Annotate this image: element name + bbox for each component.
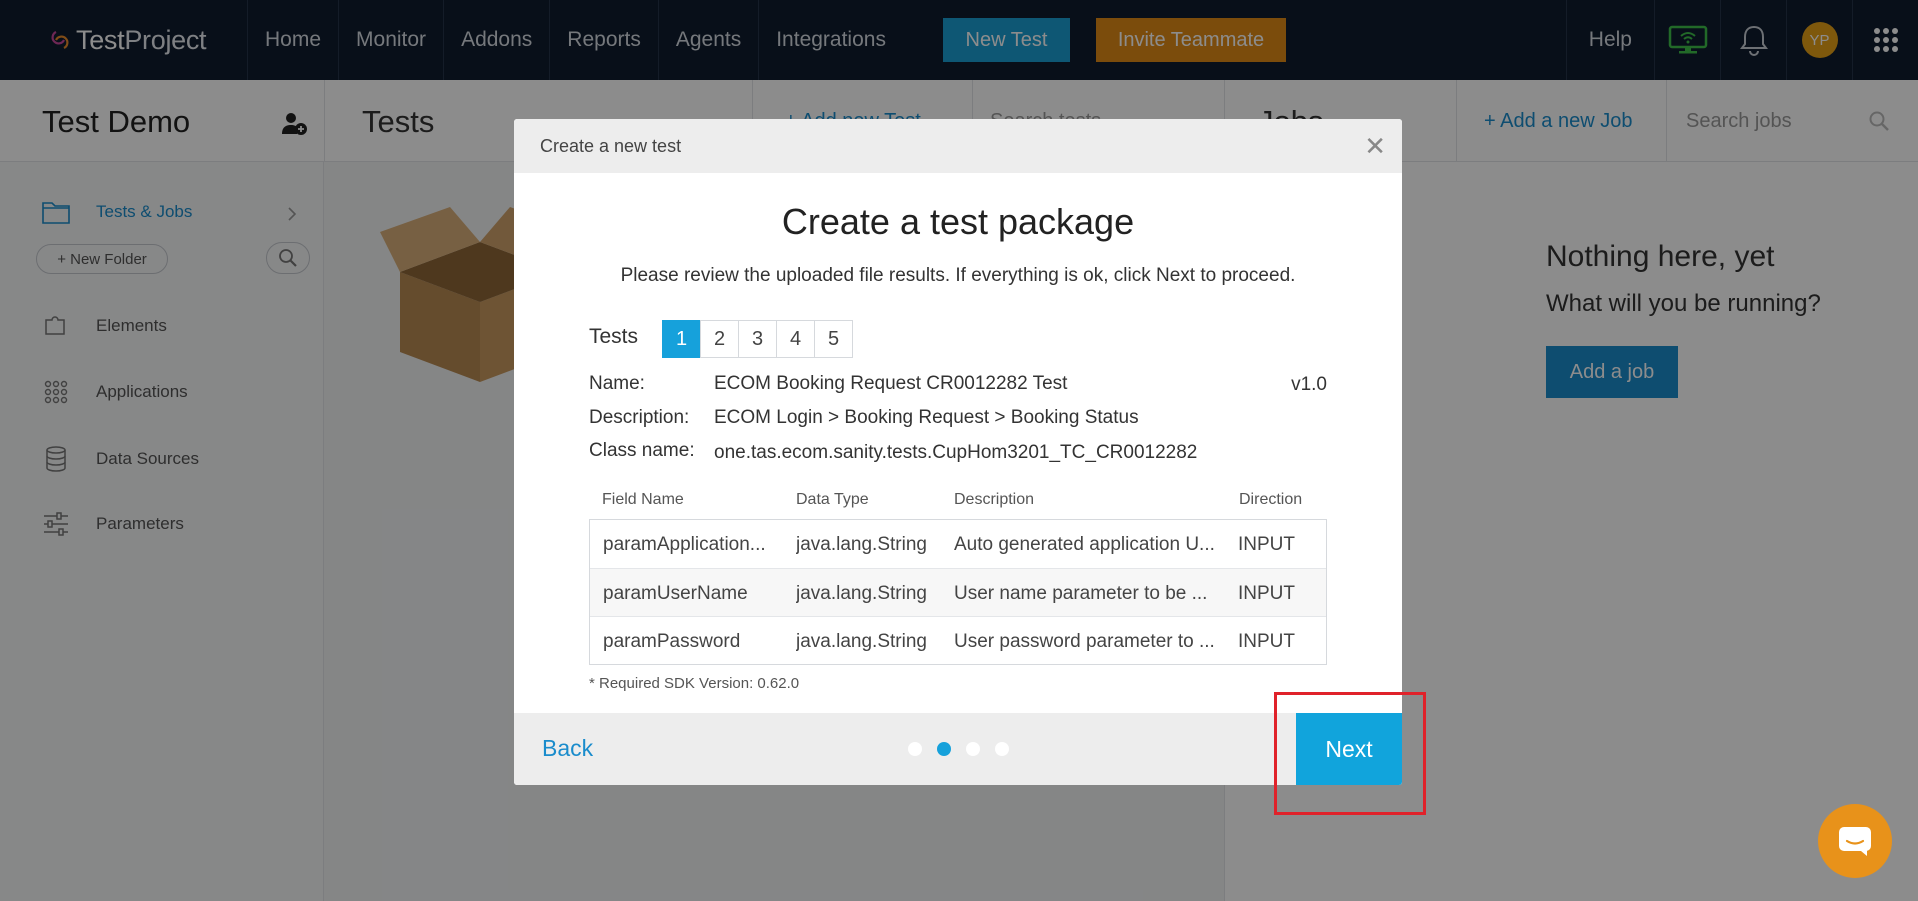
table-row: paramUserName java.lang.String User name… (590, 568, 1326, 616)
create-test-modal: Create a new test ✕ Create a test packag… (514, 119, 1402, 785)
step-dot (908, 742, 922, 756)
next-button-highlight (1274, 692, 1426, 815)
name-label: Name: (589, 373, 645, 394)
step-dot (966, 742, 980, 756)
name-value: ECOM Booking Request CR0012282 Test (714, 373, 1068, 394)
description-cell: Auto generated application U... (954, 534, 1215, 555)
modal-title: Create a test package (781, 201, 1135, 242)
test-tabs: 1 2 3 4 5 (662, 320, 853, 358)
tab-test-4[interactable]: 4 (776, 320, 815, 358)
sdk-version-note: * Required SDK Version: 0.62.0 (589, 675, 800, 692)
column-header-data-type: Data Type (796, 491, 869, 508)
parameters-table: paramApplication... java.lang.String Aut… (589, 519, 1327, 665)
table-row: paramPassword java.lang.String User pass… (590, 616, 1326, 664)
step-dot-active (937, 742, 951, 756)
close-icon[interactable]: ✕ (1364, 133, 1386, 159)
column-header-field-name: Field Name (602, 491, 684, 508)
data-type-cell: java.lang.String (796, 631, 927, 652)
direction-cell: INPUT (1238, 583, 1295, 604)
description-cell: User password parameter to ... (954, 631, 1215, 652)
field-name-cell: paramPassword (603, 631, 741, 652)
table-row: paramApplication... java.lang.String Aut… (590, 520, 1326, 568)
data-type-cell: java.lang.String (796, 583, 927, 604)
modal-header: Create a new test ✕ (514, 119, 1402, 173)
tests-label: Tests (589, 325, 639, 348)
class-name-value: one.tas.ecom.sanity.tests.CupHom3201_TC_… (714, 442, 1198, 463)
modal-footer: Back Next (514, 713, 1402, 785)
data-type-cell: java.lang.String (796, 534, 927, 555)
modal-header-title: Create a new test (540, 135, 682, 156)
tab-test-2[interactable]: 2 (700, 320, 739, 358)
field-name-cell: paramApplication... (603, 534, 766, 555)
back-button[interactable]: Back (542, 735, 593, 762)
version-label: v1.0 (1291, 374, 1327, 395)
tab-test-1[interactable]: 1 (662, 320, 701, 358)
column-header-direction: Direction (1239, 491, 1303, 508)
step-indicator (908, 742, 1024, 756)
column-header-description: Description (954, 491, 1035, 508)
chat-support-button[interactable] (1818, 804, 1892, 878)
description-label: Description: (589, 407, 690, 428)
description-cell: User name parameter to be ... (954, 583, 1208, 604)
description-value: ECOM Login > Booking Request > Booking S… (714, 407, 1139, 428)
direction-cell: INPUT (1238, 534, 1295, 555)
tab-test-5[interactable]: 5 (814, 320, 853, 358)
modal-description: Please review the uploaded file results.… (620, 265, 1296, 286)
direction-cell: INPUT (1238, 631, 1295, 652)
class-name-label: Class name: (589, 440, 695, 461)
step-dot (995, 742, 1009, 756)
chat-icon (1839, 827, 1871, 856)
tab-test-3[interactable]: 3 (738, 320, 777, 358)
field-name-cell: paramUserName (603, 583, 748, 604)
